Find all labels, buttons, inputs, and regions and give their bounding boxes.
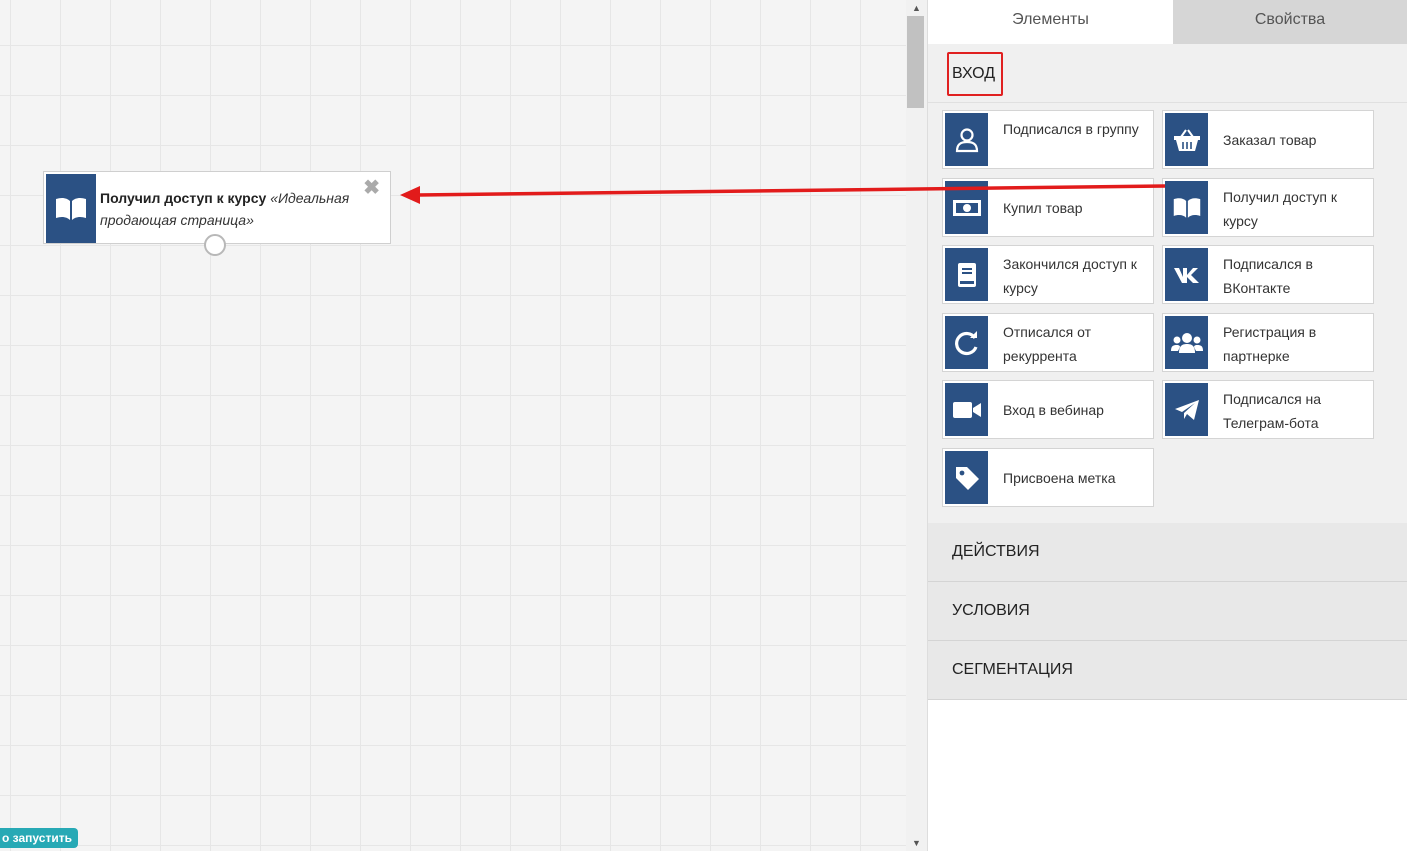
elements-panel: Элементы Свойства ВХОД Подписался в груп… (927, 0, 1407, 851)
element-label: Отписался от рекуррента (1003, 324, 1092, 364)
panel-tabs: Элементы Свойства (928, 0, 1407, 44)
launch-button[interactable]: о запустить (0, 828, 78, 848)
book-closed-icon (945, 248, 988, 301)
element-unsubscribed-recurrent[interactable]: Отписался от рекуррента (942, 313, 1154, 372)
element-label: Подписался в группу (1003, 121, 1139, 137)
element-label: Получил доступ к курсу (1223, 189, 1338, 229)
element-bought-product[interactable]: Купил товар (942, 178, 1154, 237)
node-title: Получил доступ к курсу (100, 190, 267, 206)
element-label: Закончился доступ к курсу (1003, 256, 1137, 296)
flow-canvas[interactable]: Получил доступ к курсу «Идеальная продаю… (0, 0, 906, 851)
tab-elements[interactable]: Элементы (928, 0, 1173, 44)
book-open-icon (1165, 181, 1208, 234)
element-label: Подписался на Телеграм-бота (1223, 391, 1322, 431)
tab-properties[interactable]: Свойства (1173, 0, 1407, 44)
tag-icon (945, 451, 988, 504)
panel-empty-area (928, 700, 1407, 851)
canvas-scrollbar[interactable]: ▲ ▼ (906, 0, 927, 851)
element-subscribed-vk[interactable]: Подписался в ВКонтакте (1162, 245, 1374, 304)
element-telegram-bot[interactable]: Подписался на Телеграм-бота (1162, 380, 1374, 439)
video-camera-icon (945, 383, 988, 436)
user-icon (945, 113, 988, 166)
element-subscribed-group[interactable]: Подписался в группу (942, 110, 1154, 169)
element-label: Вход в вебинар (1003, 402, 1104, 418)
telegram-icon (1165, 383, 1208, 436)
element-course-access[interactable]: Получил доступ к курсу (1162, 178, 1374, 237)
section-segmentation-label: СЕГМЕНТАЦИЯ (952, 661, 1073, 678)
element-label: Присвоена метка (1003, 470, 1116, 486)
element-label: Заказал товар (1223, 132, 1317, 148)
element-label: Регистрация в партнерке (1223, 324, 1317, 364)
scroll-down-icon[interactable]: ▼ (906, 835, 927, 851)
section-conditions-label: УСЛОВИЯ (952, 602, 1030, 619)
close-icon[interactable]: ✖ (363, 178, 380, 198)
book-open-icon (46, 174, 96, 243)
element-affiliate-registration[interactable]: Регистрация в партнерке (1162, 313, 1374, 372)
users-icon (1165, 316, 1208, 369)
entry-elements-grid: Подписался в группу Заказал товар Купил … (928, 103, 1407, 523)
node-output-port[interactable] (204, 234, 226, 256)
section-entry-header[interactable]: ВХОД (928, 44, 1407, 103)
highlight-box (947, 52, 1003, 96)
money-icon (945, 181, 988, 234)
element-label: Подписался в ВКонтакте (1223, 256, 1313, 296)
scrollbar-thumb[interactable] (907, 16, 924, 108)
element-label: Купил товар (1003, 200, 1083, 216)
node-label: Получил доступ к курсу «Идеальная продаю… (100, 187, 375, 231)
section-conditions[interactable]: УСЛОВИЯ (928, 582, 1407, 641)
element-ordered-product[interactable]: Заказал товар (1162, 110, 1374, 169)
basket-icon (1165, 113, 1208, 166)
vk-icon (1165, 248, 1208, 301)
element-webinar-entry[interactable]: Вход в вебинар (942, 380, 1154, 439)
refresh-icon (945, 316, 988, 369)
element-course-expired[interactable]: Закончился доступ к курсу (942, 245, 1154, 304)
flow-node-course-access[interactable]: Получил доступ к курсу «Идеальная продаю… (43, 171, 391, 256)
section-actions[interactable]: ДЕЙСТВИЯ (928, 523, 1407, 582)
section-actions-label: ДЕЙСТВИЯ (952, 543, 1040, 560)
section-segmentation[interactable]: СЕГМЕНТАЦИЯ (928, 641, 1407, 700)
scroll-up-icon[interactable]: ▲ (906, 0, 927, 16)
element-tag-assigned[interactable]: Присвоена метка (942, 448, 1154, 507)
